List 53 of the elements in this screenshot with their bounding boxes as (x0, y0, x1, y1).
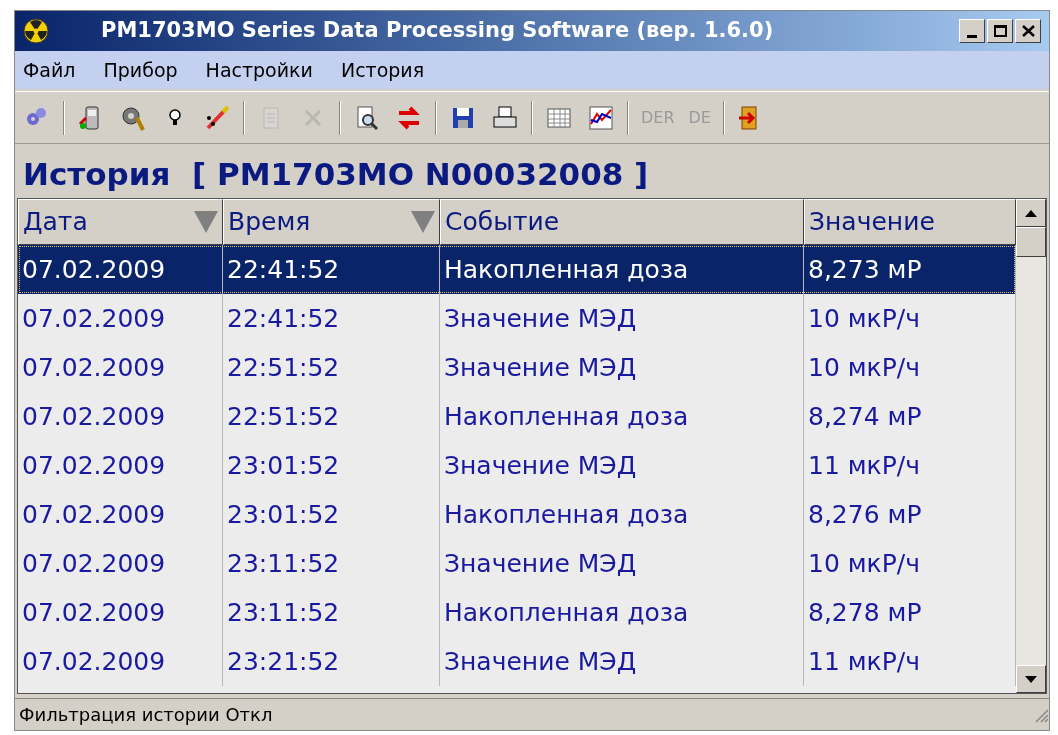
table-cell: 22:41:52 (223, 294, 440, 343)
close-icon (1021, 25, 1035, 37)
table-cell: Накопленная доза (440, 245, 804, 294)
up-arrow-icon (1025, 209, 1037, 217)
column-header[interactable]: Событие (440, 199, 804, 245)
table-cell: Значение МЭД (440, 343, 804, 392)
table-cell: 22:51:52 (223, 392, 440, 441)
table-cell: Значение МЭД (440, 441, 804, 490)
table-cell: Значение МЭД (440, 294, 804, 343)
table-cell: 07.02.2009 (18, 294, 223, 343)
menu-item[interactable]: Настройки (205, 55, 313, 85)
table-cell: 22:41:52 (223, 245, 440, 294)
maximize-button[interactable] (987, 19, 1013, 43)
table-cell: 07.02.2009 (18, 539, 223, 588)
table-cell: 23:21:52 (223, 637, 440, 686)
sort-arrow-icon[interactable] (194, 211, 218, 233)
scrollbar[interactable] (1016, 199, 1046, 693)
table-cell: Значение МЭД (440, 539, 804, 588)
table-cell: 23:11:52 (223, 539, 440, 588)
scroll-up-button[interactable] (1016, 199, 1046, 227)
table-cell: Накопленная доза (440, 588, 804, 637)
page-heading: История [ PM1703MO N00032008 ] (22, 155, 650, 194)
table-cell: 07.02.2009 (18, 343, 223, 392)
column-header[interactable]: Время (223, 199, 440, 245)
table-cell: 07.02.2009 (18, 637, 223, 686)
scroll-down-button[interactable] (1016, 665, 1046, 693)
scroll-thumb[interactable] (1016, 227, 1046, 257)
column-header[interactable]: Значение (804, 199, 1016, 245)
table-cell: 07.02.2009 (18, 588, 223, 637)
table-cell: 07.02.2009 (18, 245, 223, 294)
table-cell: Значение МЭД (440, 637, 804, 686)
close-button[interactable] (1015, 19, 1041, 43)
status-text: Фильтрация истории Откл (18, 703, 274, 727)
table-cell: 07.02.2009 (18, 392, 223, 441)
table-cell: Накопленная доза (440, 392, 804, 441)
menu-item[interactable]: Прибор (103, 55, 178, 85)
window-title: PM1703MO Series Data Processing Software (вер. 1.6.0) (101, 17, 774, 45)
chart-icon[interactable] (587, 103, 615, 132)
menu-item[interactable]: Файл (23, 55, 76, 85)
menu-item[interactable]: История (340, 55, 425, 85)
table-cell: Накопленная доза (440, 490, 804, 539)
column-header[interactable]: Дата (18, 199, 223, 245)
minimize-button[interactable] (959, 19, 985, 43)
table-row[interactable]: 07.02.2009 22:41:52 Накопленная доза 8,273 мР (18, 245, 1016, 294)
down-arrow-icon (1025, 675, 1037, 683)
table-cell: 22:51:52 (223, 343, 440, 392)
table-cell: 23:01:52 (223, 441, 440, 490)
sort-arrow-icon[interactable] (411, 211, 435, 233)
table-cell: 23:01:52 (223, 490, 440, 539)
radiation-icon (23, 18, 49, 44)
table-cell: 07.02.2009 (18, 441, 223, 490)
table-cell: 23:11:52 (223, 588, 440, 637)
table-cell: 07.02.2009 (18, 490, 223, 539)
